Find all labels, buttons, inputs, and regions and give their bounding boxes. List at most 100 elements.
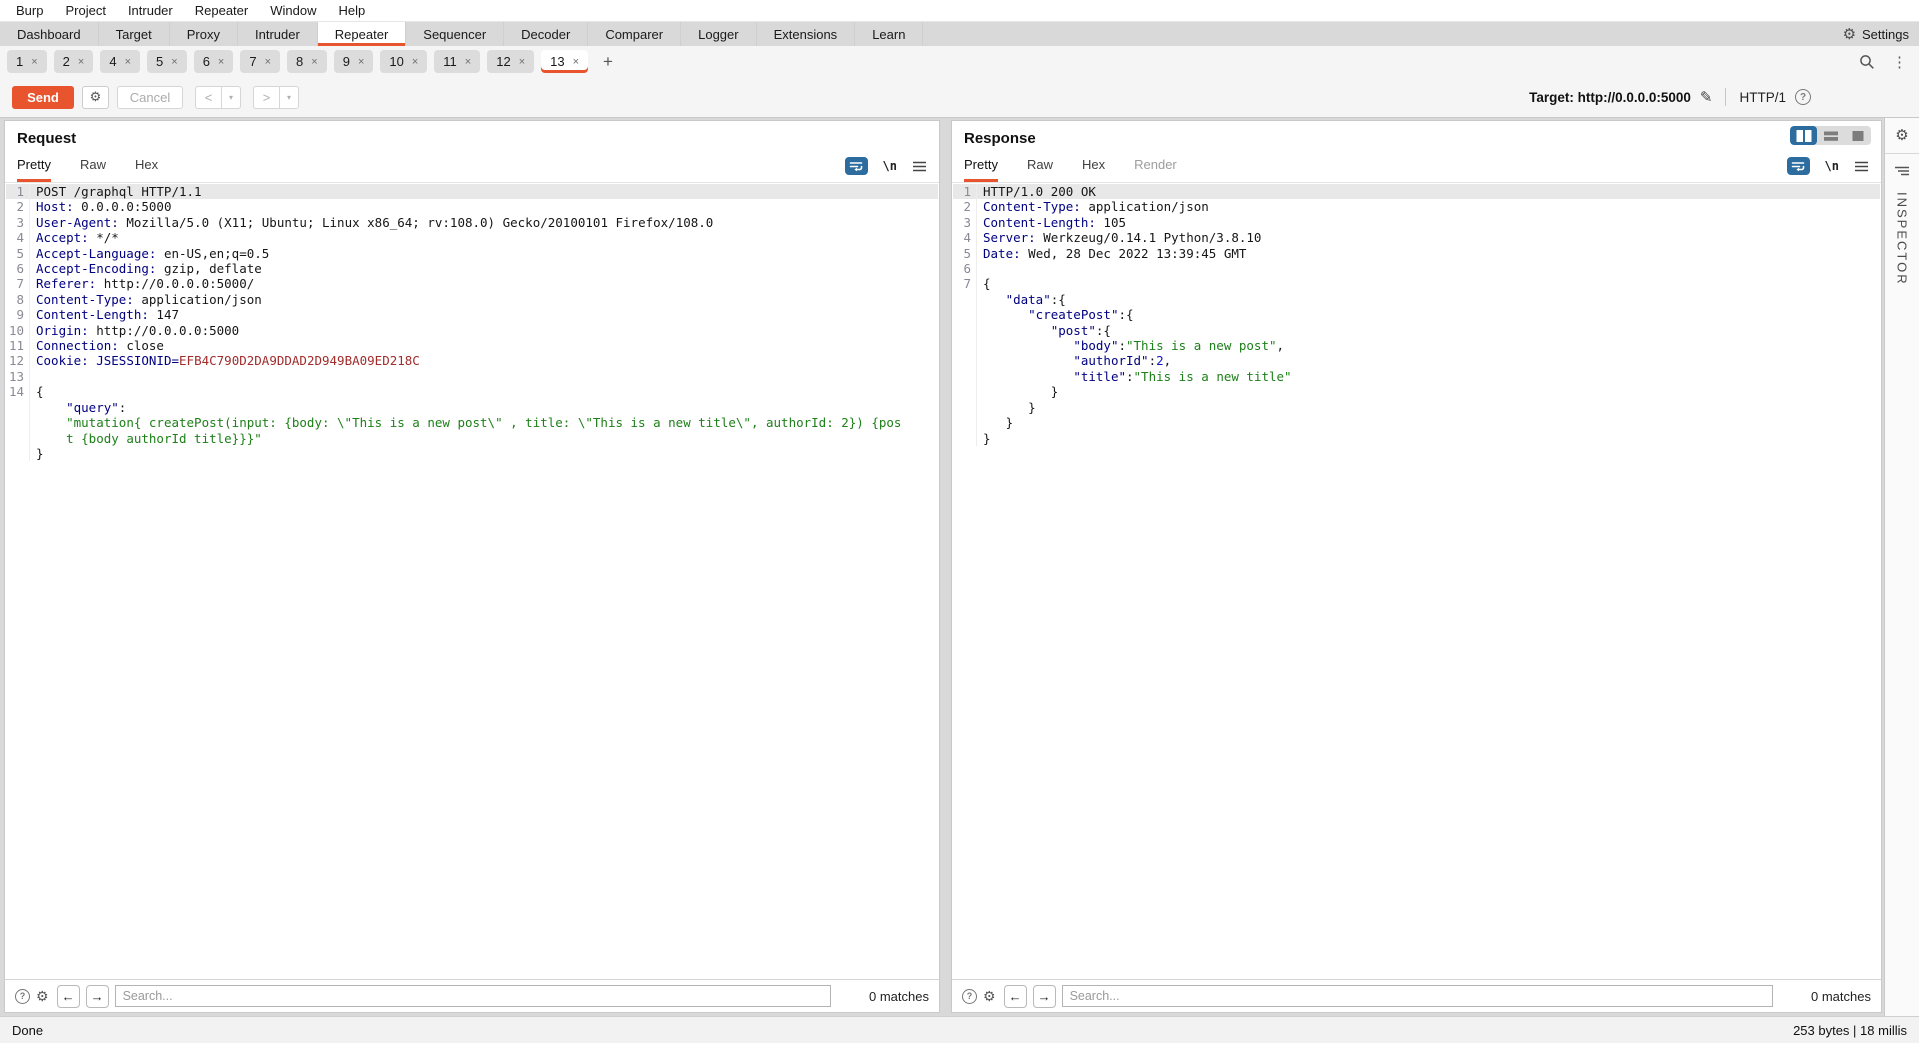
new-repeater-tab-button[interactable]: + (595, 52, 621, 72)
response-title: Response (964, 130, 1036, 147)
close-tab-icon[interactable]: × (412, 56, 418, 68)
repeater-tab-9[interactable]: 9 × (333, 50, 374, 73)
tab-raw[interactable]: Raw (1027, 157, 1053, 182)
menu-item-burp[interactable]: Burp (5, 3, 54, 18)
close-tab-icon[interactable]: × (31, 56, 37, 68)
layout-single-button[interactable] (1844, 126, 1871, 145)
tab-hex[interactable]: Hex (135, 157, 158, 182)
close-tab-icon[interactable]: × (218, 56, 224, 68)
editor-menu-icon[interactable] (912, 161, 927, 172)
tab-learn[interactable]: Learn (855, 22, 924, 46)
menu-item-window[interactable]: Window (259, 3, 327, 18)
repeater-tab-11[interactable]: 11 × (434, 50, 481, 73)
tab-render[interactable]: Render (1134, 157, 1177, 182)
close-tab-icon[interactable]: × (465, 56, 471, 68)
next-request-button[interactable]: > (253, 85, 280, 109)
tab-target[interactable]: Target (99, 22, 170, 46)
syntax-highlight-icon[interactable] (1786, 157, 1810, 175)
close-tab-icon[interactable]: × (311, 56, 317, 68)
close-tab-icon[interactable]: × (125, 56, 131, 68)
repeater-tab-6[interactable]: 6 × (193, 50, 234, 73)
close-tab-icon[interactable]: × (519, 56, 525, 68)
code-text: { (36, 384, 44, 400)
code-line: "body":"This is a new post", (953, 338, 1880, 354)
request-view-tabs: Pretty Raw Hex \n (5, 151, 939, 183)
tab-dashboard[interactable]: Dashboard (0, 22, 99, 46)
tab-proxy[interactable]: Proxy (170, 22, 238, 46)
settings-button[interactable]: ⚙ Settings (1833, 22, 1919, 46)
menu-item-help[interactable]: Help (327, 3, 376, 18)
repeater-tab-12[interactable]: 12 × (487, 50, 535, 73)
next-request-dropdown[interactable]: ▾ (280, 85, 299, 109)
repeater-tab-13[interactable]: 13 × (541, 50, 589, 73)
request-editor[interactable]: 1 POST /graphql HTTP/1.1 2 Host: 0.0.0.0:50… (6, 184, 938, 979)
close-tab-icon[interactable]: × (573, 56, 579, 68)
code-text: Content-Length: 105 (983, 214, 1126, 230)
send-options-button[interactable]: ⚙ (82, 85, 109, 109)
request-search-input[interactable] (114, 985, 831, 1007)
repeater-tab-2[interactable]: 2 × (53, 50, 94, 73)
code-line: 1 POST /graphql HTTP/1.1 (6, 184, 938, 200)
help-icon[interactable]: ? (962, 988, 977, 1004)
menu-item-repeater[interactable]: Repeater (184, 3, 259, 18)
gear-icon[interactable]: ⚙ (36, 988, 49, 1005)
tab-comparer[interactable]: Comparer (588, 22, 682, 46)
menu-item-intruder[interactable]: Intruder (117, 3, 184, 18)
request-match-count: 0 matches (869, 988, 929, 1004)
menu-item-project[interactable]: Project (54, 3, 116, 18)
tab-sequencer[interactable]: Sequencer (406, 22, 505, 46)
tab-repeater[interactable]: Repeater (317, 22, 407, 46)
prev-request-button[interactable]: < (195, 85, 222, 109)
request-title: Request (17, 130, 77, 147)
tab-raw[interactable]: Raw (80, 157, 106, 182)
inspector-label[interactable]: INSPECTOR (1895, 192, 1910, 286)
prev-match-button[interactable]: ← (1003, 984, 1027, 1008)
code-line: 4 Accept: */* (6, 230, 938, 246)
kebab-menu-icon[interactable]: ⋮ (1892, 53, 1907, 71)
cancel-button[interactable]: Cancel (117, 85, 183, 109)
close-tab-icon[interactable]: × (358, 56, 364, 68)
tab-pretty[interactable]: Pretty (17, 157, 51, 182)
help-icon[interactable]: ? (15, 988, 30, 1004)
inspector-collapse-icon[interactable] (1894, 166, 1910, 176)
repeater-tab-8[interactable]: 8 × (287, 50, 327, 73)
gear-icon[interactable]: ⚙ (1895, 128, 1908, 143)
show-newlines-icon[interactable]: \n (1825, 159, 1839, 173)
response-search-input[interactable] (1061, 985, 1773, 1007)
prev-request-dropdown[interactable]: ▾ (222, 85, 241, 109)
next-match-button[interactable]: → (85, 984, 109, 1008)
search-icon[interactable] (1859, 54, 1875, 70)
send-button[interactable]: Send (12, 85, 74, 109)
tab-hex[interactable]: Hex (1082, 157, 1105, 182)
close-tab-icon[interactable]: × (78, 56, 84, 68)
code-text: Connection: close (36, 338, 164, 354)
close-tab-icon[interactable]: × (265, 56, 271, 68)
repeater-tab-1[interactable]: 1 × (7, 50, 47, 73)
request-panel: Request Pretty Raw Hex \n 1 POST /graphq… (4, 120, 940, 1013)
layout-rows-button[interactable] (1817, 126, 1844, 145)
repeater-tab-bar: 1 × 2 × 4 × 5 × 6 × 7 × 8 × 9 × 10 × 11 × 12 × 13 × + ⋮ (0, 46, 1919, 77)
line-number: 3 (953, 214, 977, 231)
gear-icon[interactable]: ⚙ (983, 988, 996, 1005)
syntax-highlight-icon[interactable] (844, 157, 868, 175)
next-match-button[interactable]: → (1032, 984, 1056, 1008)
repeater-tab-4[interactable]: 4 × (100, 50, 141, 73)
inspector-sidebar: ⚙ INSPECTOR (1884, 118, 1919, 1016)
response-editor[interactable]: 1 HTTP/1.0 200 OK 2 Content-Type: applicati… (953, 184, 1880, 979)
tab-pretty[interactable]: Pretty (964, 157, 998, 182)
tab-intruder[interactable]: Intruder (238, 22, 318, 46)
tab-decoder[interactable]: Decoder (504, 22, 589, 46)
prev-match-button[interactable]: ← (56, 984, 80, 1008)
repeater-tab-10[interactable]: 10 × (380, 50, 428, 73)
repeater-tab-7[interactable]: 7 × (240, 50, 281, 73)
edit-target-icon[interactable]: ✎ (1700, 88, 1713, 106)
editor-menu-icon[interactable] (1854, 161, 1869, 172)
layout-columns-button[interactable] (1790, 126, 1817, 145)
show-newlines-icon[interactable]: \n (883, 159, 897, 173)
tab-extensions[interactable]: Extensions (757, 22, 856, 46)
tab-logger[interactable]: Logger (681, 22, 757, 46)
repeater-tab-label: 9 (342, 54, 350, 69)
help-icon[interactable]: ? (1795, 89, 1811, 105)
close-tab-icon[interactable]: × (171, 56, 177, 68)
repeater-tab-5[interactable]: 5 × (147, 50, 187, 73)
